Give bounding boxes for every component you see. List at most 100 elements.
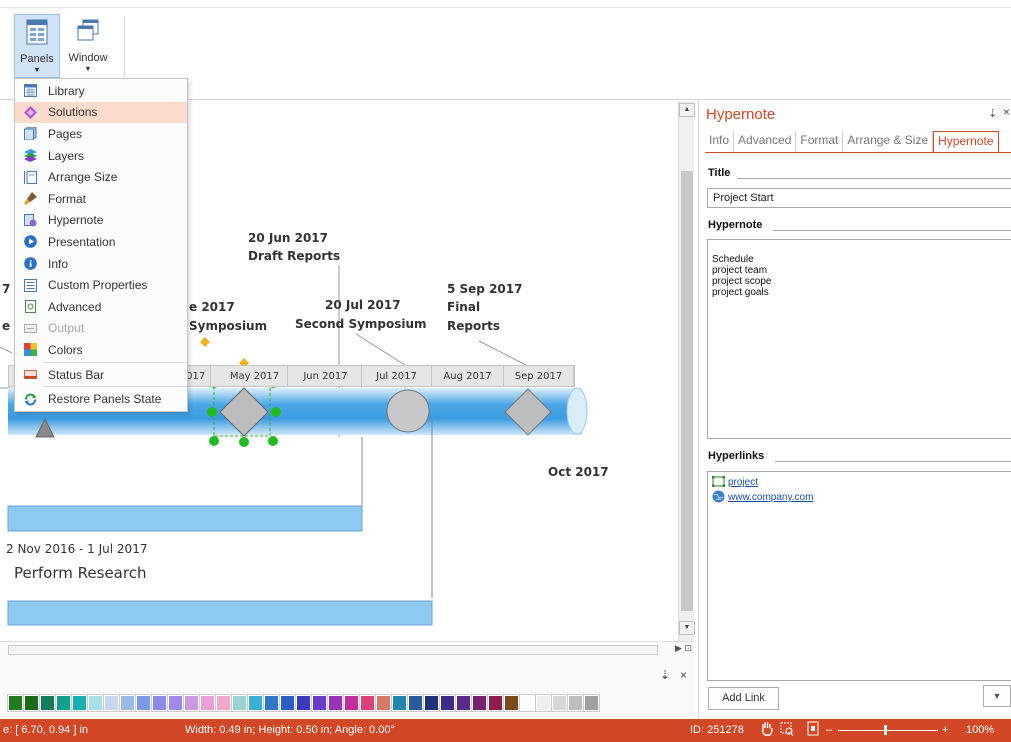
add-link-button[interactable]: Add Link xyxy=(708,687,779,710)
cut-label: e xyxy=(2,319,11,333)
scrollbar-thumb[interactable] xyxy=(681,171,693,611)
menu-item-colors[interactable]: Colors xyxy=(15,339,187,361)
milestone-title: Second Symposium xyxy=(295,317,427,331)
menu-separator xyxy=(43,386,187,388)
panels-button[interactable]: Panels ▼ xyxy=(14,14,60,78)
milestone-date: 5 Sep 2017 xyxy=(447,282,523,296)
color-swatch[interactable] xyxy=(151,694,168,712)
color-swatch[interactable] xyxy=(487,694,504,712)
pin-icon[interactable]: ⇣ xyxy=(660,668,670,682)
scroll-down-icon[interactable]: ▼ xyxy=(679,621,695,635)
title-field[interactable]: Project Start xyxy=(707,188,1011,208)
hypernote-panel: Hypernote ⇣ × Info Advanced Format Arran… xyxy=(698,101,1011,719)
color-swatch[interactable] xyxy=(87,694,104,712)
color-swatch[interactable] xyxy=(39,694,56,712)
hyperlink-item[interactable]: project xyxy=(712,475,1007,490)
zoom-in-button[interactable]: + xyxy=(942,724,948,736)
color-swatch[interactable] xyxy=(327,694,344,712)
close-icon[interactable]: × xyxy=(1003,105,1010,119)
menu-item-hypernote[interactable]: Hypernote xyxy=(15,210,187,232)
menu-item-pages[interactable]: Pages xyxy=(15,123,187,145)
zoom-slider[interactable] xyxy=(838,730,938,731)
menu-item-library[interactable]: Library xyxy=(15,80,187,102)
color-swatch[interactable] xyxy=(71,694,88,712)
zoom-slider-thumb[interactable] xyxy=(884,725,887,735)
circle-milestone-shape xyxy=(386,389,430,433)
timeline-end-cap xyxy=(566,387,588,435)
tab-advanced[interactable]: Advanced xyxy=(734,131,797,153)
color-swatch[interactable] xyxy=(567,694,584,712)
color-swatch[interactable] xyxy=(215,694,232,712)
color-swatch[interactable] xyxy=(183,694,200,712)
end-date-label: Oct 2017 xyxy=(548,465,609,479)
menu-item-restore-panels[interactable]: Restore Panels State xyxy=(15,388,187,410)
color-swatch[interactable] xyxy=(471,694,488,712)
tab-hypernote[interactable]: Hypernote xyxy=(933,131,999,153)
status-bar-icon xyxy=(23,368,37,382)
color-swatch[interactable] xyxy=(535,694,552,712)
color-swatch[interactable] xyxy=(7,694,24,712)
scroll-up-icon[interactable]: ▲ xyxy=(679,103,695,117)
color-swatch[interactable] xyxy=(23,694,40,712)
zoom-window-icon[interactable] xyxy=(780,721,794,740)
scroll-right-icon[interactable]: ▶ ⊡ xyxy=(675,643,692,654)
color-swatch[interactable] xyxy=(439,694,456,712)
color-swatch[interactable] xyxy=(343,694,360,712)
color-swatch[interactable] xyxy=(391,694,408,712)
milestone-title: Reports xyxy=(447,319,501,333)
color-swatch[interactable] xyxy=(119,694,136,712)
color-swatch[interactable] xyxy=(423,694,440,712)
hscroll-track[interactable] xyxy=(8,645,658,655)
tab-arrange-size[interactable]: Arrange & Size xyxy=(843,131,934,153)
close-icon[interactable]: × xyxy=(680,668,687,682)
timeline-tick: Sep 2017 xyxy=(504,366,574,387)
menu-item-custom-properties[interactable]: Custom Properties xyxy=(15,274,187,296)
hypernote-textarea[interactable]: Schedule project team project scope proj… xyxy=(707,239,1011,439)
color-swatch[interactable] xyxy=(503,694,520,712)
color-swatch[interactable] xyxy=(407,694,424,712)
custom-properties-icon xyxy=(23,278,37,292)
hyperlink-text[interactable]: project xyxy=(728,477,758,488)
color-swatch[interactable] xyxy=(167,694,184,712)
color-swatch[interactable] xyxy=(199,694,216,712)
color-swatch[interactable] xyxy=(279,694,296,712)
window-button[interactable]: Window ▼ xyxy=(62,14,114,78)
hand-pan-icon[interactable] xyxy=(760,721,774,740)
tab-info[interactable]: Info xyxy=(705,131,735,153)
color-swatch[interactable] xyxy=(519,694,536,712)
vertical-scrollbar[interactable]: ▲ ▼ xyxy=(678,101,695,641)
fit-page-icon[interactable] xyxy=(806,721,820,740)
menu-item-format[interactable]: Format xyxy=(15,188,187,210)
color-swatch[interactable] xyxy=(247,694,264,712)
hyperlink-text[interactable]: www.company.com xyxy=(728,492,813,503)
color-swatch[interactable] xyxy=(455,694,472,712)
color-swatch[interactable] xyxy=(231,694,248,712)
menu-item-info[interactable]: Info xyxy=(15,253,187,275)
color-swatch[interactable] xyxy=(583,694,600,712)
divider xyxy=(773,230,1011,231)
menu-item-presentation[interactable]: Presentation xyxy=(15,231,187,253)
color-swatch[interactable] xyxy=(311,694,328,712)
zoom-out-button[interactable]: – xyxy=(826,724,832,736)
horizontal-scrollbar[interactable]: ▶ ⊡ xyxy=(0,641,694,659)
tab-format[interactable]: Format xyxy=(796,131,844,153)
color-swatch[interactable] xyxy=(55,694,72,712)
color-swatch[interactable] xyxy=(551,694,568,712)
divider xyxy=(775,461,1011,462)
color-swatch[interactable] xyxy=(135,694,152,712)
menu-item-solutions[interactable]: Solutions xyxy=(15,101,187,124)
divider xyxy=(737,178,1011,179)
pin-icon[interactable]: ⇣ xyxy=(988,107,997,120)
color-swatch[interactable] xyxy=(103,694,120,712)
chevron-down-icon[interactable]: ▼ xyxy=(983,685,1011,707)
hyperlink-item[interactable]: www.company.com xyxy=(712,490,1007,505)
color-swatch[interactable] xyxy=(295,694,312,712)
menu-item-advanced[interactable]: Advanced xyxy=(15,296,187,318)
color-swatch[interactable] xyxy=(375,694,392,712)
connector-line xyxy=(478,340,527,366)
color-swatch[interactable] xyxy=(359,694,376,712)
color-swatch[interactable] xyxy=(263,694,280,712)
menu-item-status-bar[interactable]: Status Bar xyxy=(15,364,187,386)
menu-item-arrange-size[interactable]: Arrange Size xyxy=(15,166,187,188)
menu-item-layers[interactable]: Layers xyxy=(15,145,187,167)
